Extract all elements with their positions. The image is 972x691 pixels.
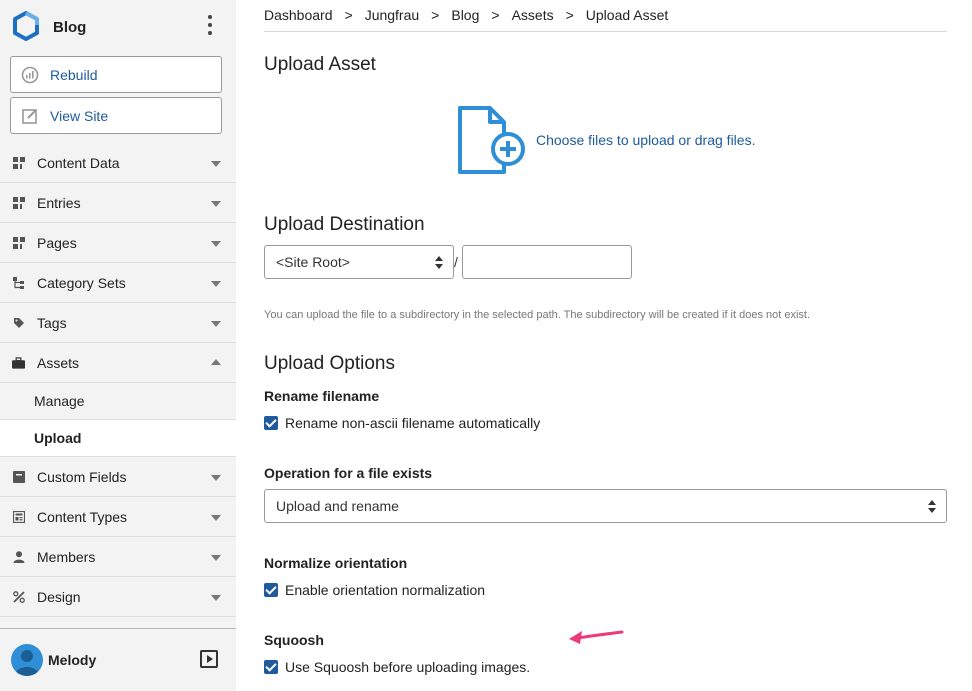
sidebar-item-custom-fields[interactable]: Custom Fields <box>0 457 236 497</box>
breadcrumb-separator: > <box>491 7 500 23</box>
sidebar-item-pages[interactable]: Pages <box>0 223 236 263</box>
sidebar-item-entries[interactable]: Entries <box>0 183 236 223</box>
sidebar-subitem-upload[interactable]: Upload <box>0 420 236 457</box>
user-bar: Melody <box>0 628 236 691</box>
chevron-down-icon <box>211 595 221 601</box>
movable-type-logo-icon[interactable] <box>11 11 41 41</box>
sidebar-item-label: Design <box>37 588 81 605</box>
file-upload-plus-icon <box>458 106 525 174</box>
avatar[interactable] <box>11 644 43 676</box>
view-site-label: View Site <box>50 107 109 124</box>
chevron-down-icon <box>211 281 221 287</box>
chevron-down-icon <box>211 161 221 167</box>
view-site-button[interactable]: View Site <box>10 97 222 134</box>
site-header: Blog <box>0 0 236 52</box>
user-name[interactable]: Melody <box>48 652 96 668</box>
breadcrumb-separator: > <box>565 7 574 23</box>
rename-checkbox-label[interactable]: Rename non-ascii filename automatically <box>285 415 540 431</box>
checkbox-checked-icon[interactable] <box>264 660 278 674</box>
select-arrows-icon <box>928 500 936 513</box>
sidebar-item-tags[interactable]: Tags <box>0 303 236 343</box>
chevron-up-icon <box>211 359 221 365</box>
page-title: Upload Asset <box>264 54 376 75</box>
site-menu-kebab-icon[interactable] <box>204 15 216 35</box>
main-content: Dashboard > Jungfrau > Blog > Assets > U… <box>236 0 972 691</box>
checkbox-checked-icon[interactable] <box>264 416 278 430</box>
squoosh-checkbox[interactable]: Use Squoosh before uploading images. <box>264 659 530 675</box>
chevron-down-icon <box>211 515 221 521</box>
sidebar-item-content-types[interactable]: Content Types <box>0 497 236 537</box>
path-separator: / <box>454 254 458 270</box>
operation-select[interactable]: Upload and rename <box>264 489 947 523</box>
sidebar-menu: Content Data Entries Pages Category Sets… <box>0 143 236 617</box>
rebuild-label: Rebuild <box>50 66 98 83</box>
sidebar-item-assets[interactable]: Assets <box>0 343 236 383</box>
sidebar: Blog Rebuild View Site Content Data Entr… <box>0 0 236 691</box>
sidebar-item-label: Content Data <box>37 154 120 171</box>
sidebar-item-label: Custom Fields <box>37 468 127 485</box>
grid-icon <box>12 236 25 249</box>
sidebar-item-label: Content Types <box>37 508 128 525</box>
tag-icon <box>12 316 25 329</box>
site-name: Blog <box>53 19 87 36</box>
operation-select-value: Upload and rename <box>276 498 399 514</box>
destination-select-value: <Site Root> <box>276 254 350 270</box>
breadcrumb-upload-asset: Upload Asset <box>585 7 669 23</box>
sidebar-item-members[interactable]: Members <box>0 537 236 577</box>
breadcrumb-separator: > <box>431 7 440 23</box>
breadcrumb-divider <box>264 31 947 32</box>
sidebar-item-label: Tags <box>37 314 67 331</box>
sidebar-item-label: Pages <box>37 234 77 251</box>
sidebar-item-content-data[interactable]: Content Data <box>0 143 236 183</box>
upload-options-heading: Upload Options <box>264 353 395 374</box>
upload-destination-heading: Upload Destination <box>264 214 425 235</box>
external-edit-icon <box>21 107 39 125</box>
chevron-down-icon <box>211 201 221 207</box>
breadcrumb-dashboard[interactable]: Dashboard <box>264 7 333 23</box>
briefcase-icon <box>12 356 25 369</box>
destination-select[interactable]: <Site Root> <box>264 245 454 279</box>
subdirectory-input[interactable] <box>462 245 632 279</box>
breadcrumb-assets[interactable]: Assets <box>512 7 554 23</box>
file-dropzone[interactable]: Choose files to upload or drag files. <box>456 104 755 176</box>
grid-icon <box>12 156 25 169</box>
layout-icon <box>12 510 25 523</box>
checkbox-checked-icon[interactable] <box>264 583 278 597</box>
chevron-down-icon <box>211 475 221 481</box>
grid-icon <box>12 196 25 209</box>
squoosh-label: Squoosh <box>264 632 324 648</box>
rename-filename-label: Rename filename <box>264 388 380 404</box>
breadcrumb: Dashboard > Jungfrau > Blog > Assets > U… <box>264 7 668 23</box>
operation-label: Operation for a file exists <box>264 465 433 481</box>
chevron-down-icon <box>211 555 221 561</box>
select-arrows-icon <box>435 256 443 269</box>
box-icon <box>12 470 25 483</box>
tools-icon <box>12 590 25 603</box>
breadcrumb-jungfrau[interactable]: Jungfrau <box>365 7 419 23</box>
rename-filename-checkbox[interactable]: Rename non-ascii filename automatically <box>264 415 540 431</box>
sidebar-item-label: Assets <box>37 354 80 371</box>
sidebar-item-label: Category Sets <box>37 274 126 291</box>
breadcrumb-separator: > <box>344 7 353 23</box>
collapse-sidebar-play-icon[interactable] <box>200 650 218 668</box>
sidebar-item-label: Members <box>37 548 96 565</box>
sidebar-subitem-manage[interactable]: Manage <box>0 383 236 420</box>
normalize-orientation-label: Normalize orientation <box>264 555 408 571</box>
rebuild-button[interactable]: Rebuild <box>10 56 222 93</box>
sidebar-item-category-sets[interactable]: Category Sets <box>0 263 236 303</box>
sidebar-item-design[interactable]: Design <box>0 577 236 617</box>
normalize-orientation-checkbox[interactable]: Enable orientation normalization <box>264 582 485 598</box>
squoosh-checkbox-label[interactable]: Use Squoosh before uploading images. <box>285 659 530 675</box>
user-icon <box>12 550 25 563</box>
chevron-down-icon <box>211 241 221 247</box>
rebuild-icon <box>21 66 39 84</box>
tree-icon <box>12 276 25 289</box>
chevron-down-icon <box>211 321 221 327</box>
destination-hint: You can upload the file to a subdirector… <box>264 309 811 321</box>
dropzone-text[interactable]: Choose files to upload or drag files. <box>536 132 755 148</box>
sidebar-item-label: Entries <box>37 194 81 211</box>
breadcrumb-blog[interactable]: Blog <box>451 7 479 23</box>
normalize-checkbox-label[interactable]: Enable orientation normalization <box>285 582 485 598</box>
annotation-arrow-icon <box>569 630 624 644</box>
